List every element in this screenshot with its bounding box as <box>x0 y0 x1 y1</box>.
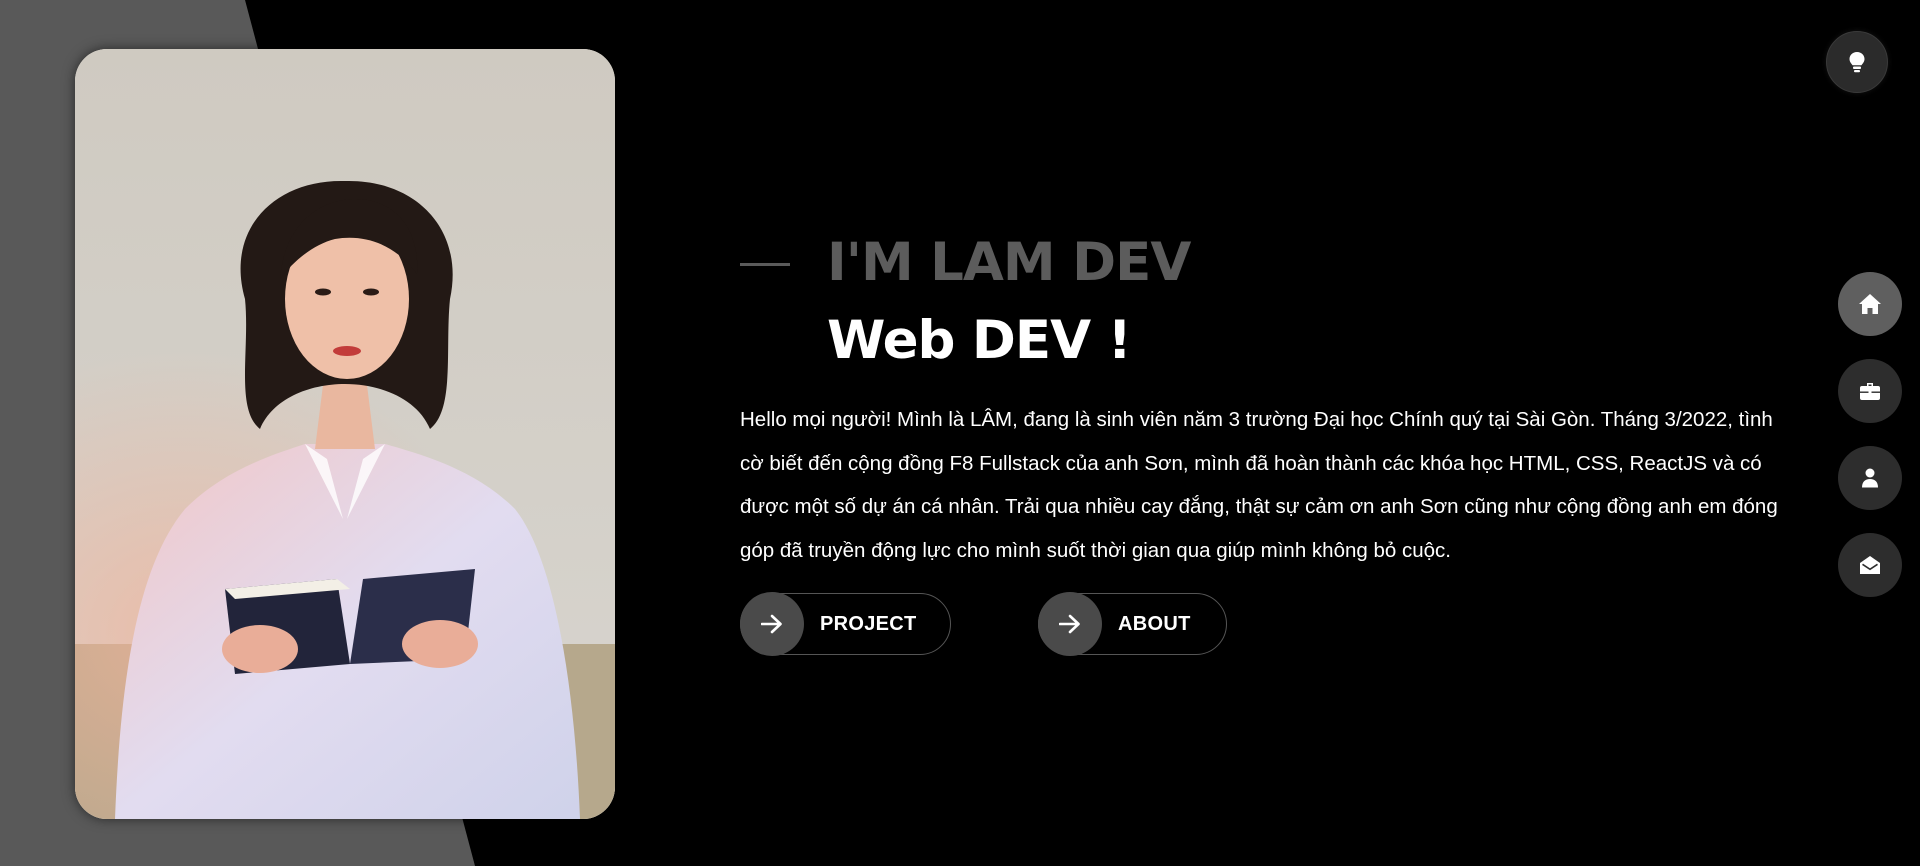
briefcase-icon <box>1860 383 1880 400</box>
side-nav <box>1838 272 1902 620</box>
project-button-label: PROJECT <box>820 612 917 635</box>
bio-paragraph: Hello mọi người! Mình là LÂM, đang là si… <box>740 408 1778 562</box>
nav-contact-button[interactable] <box>1838 533 1902 597</box>
about-button[interactable]: ABOUT <box>1038 592 1227 656</box>
arrow-circle <box>1038 592 1102 656</box>
home-icon <box>1859 294 1881 314</box>
envelope-open-icon <box>1860 556 1880 574</box>
role-title: Web DEV ! <box>827 310 1132 371</box>
intro-title: I'M LAM DEV <box>827 232 1191 293</box>
arrow-circle <box>740 592 804 656</box>
nav-portfolio-button[interactable] <box>1838 359 1902 423</box>
theme-toggle-button[interactable] <box>1826 31 1888 93</box>
arrow-right-icon <box>761 614 782 634</box>
project-button[interactable]: PROJECT <box>740 592 951 656</box>
lightbulb-icon <box>1849 52 1865 73</box>
intro-divider <box>740 263 790 266</box>
arrow-right-icon <box>1059 614 1080 634</box>
user-icon <box>1862 468 1878 488</box>
nav-about-button[interactable] <box>1838 446 1902 510</box>
nav-home-button[interactable] <box>1838 272 1902 336</box>
profile-photo <box>75 49 615 819</box>
about-button-label: ABOUT <box>1118 612 1191 635</box>
